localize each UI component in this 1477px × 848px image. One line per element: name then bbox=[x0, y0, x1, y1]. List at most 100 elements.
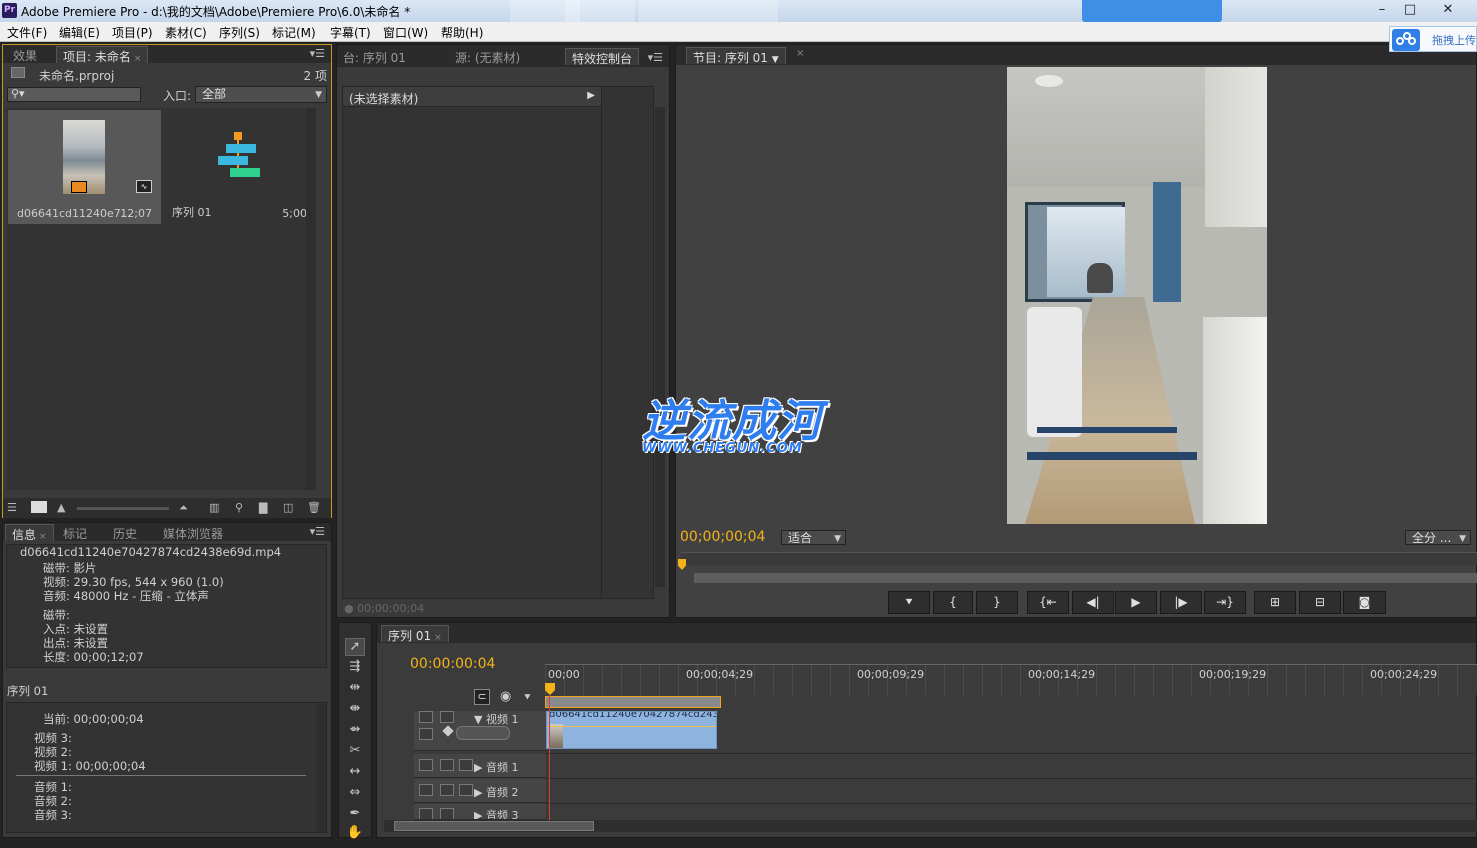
resolution-dropdown[interactable]: 全分 ... ▼ bbox=[1405, 530, 1471, 545]
minimize-button[interactable]: – bbox=[1369, 0, 1395, 20]
add-marker-button[interactable]: ⯆ bbox=[888, 591, 930, 614]
tab-markers[interactable]: 标记 bbox=[57, 524, 94, 541]
fit-dropdown[interactable]: 适合 ▼ bbox=[781, 530, 846, 545]
speaker-icon[interactable] bbox=[419, 759, 433, 771]
info-tabstrip: 信息 × 标记 历史 媒体浏览器 ▾☰ bbox=[3, 523, 331, 542]
tab-sequence[interactable]: 序列 01 × bbox=[381, 625, 449, 643]
zoom-out-icon[interactable]: ▲ bbox=[57, 501, 65, 514]
step-forward-button[interactable]: |▶ bbox=[1160, 591, 1202, 614]
automate-icon[interactable]: ▥ bbox=[209, 501, 219, 514]
project-item-sequence[interactable]: 序列 01 5;00 bbox=[163, 110, 316, 224]
menu-window[interactable]: 窗口(W) bbox=[383, 24, 428, 41]
lock-icon[interactable] bbox=[440, 784, 454, 796]
tab-media-browser[interactable]: 媒体浏览器 bbox=[157, 524, 230, 541]
eye-icon[interactable] bbox=[419, 711, 433, 723]
mark-in-button[interactable]: { bbox=[933, 591, 973, 614]
project-search-input[interactable]: ⚲▾ bbox=[7, 87, 141, 102]
program-zoom-bar[interactable] bbox=[694, 573, 1477, 583]
tab-project[interactable]: 项目: 未命名 × bbox=[56, 46, 149, 64]
slip-tool-icon[interactable]: ↔ bbox=[345, 764, 365, 782]
hand-tool-icon[interactable]: ✋ bbox=[345, 825, 365, 843]
keyframe-nav[interactable] bbox=[456, 726, 510, 740]
panel-menu-icon[interactable]: ▾☰ bbox=[310, 47, 325, 60]
razor-tool-icon[interactable]: ✂ bbox=[345, 743, 365, 761]
close-button[interactable]: ✕ bbox=[1425, 0, 1471, 20]
panel-menu-icon[interactable]: ▾☰ bbox=[310, 525, 325, 538]
maximize-button[interactable]: □ bbox=[1397, 0, 1423, 20]
tab-info[interactable]: 信息 × bbox=[5, 524, 54, 542]
extract-button[interactable]: ⊟ bbox=[1299, 591, 1341, 614]
zoom-in-icon[interactable]: ⏶ bbox=[179, 501, 188, 515]
snap-icon[interactable]: ⊂ bbox=[474, 689, 490, 705]
menu-edit[interactable]: 编辑(E) bbox=[59, 24, 100, 41]
menu-sequence[interactable]: 序列(S) bbox=[219, 24, 260, 41]
speaker-icon[interactable] bbox=[419, 784, 433, 796]
work-area-bar[interactable] bbox=[545, 696, 721, 708]
sync-lock-icon[interactable] bbox=[459, 759, 473, 771]
tab-sequence-source[interactable]: 台: 序列 01 bbox=[337, 48, 412, 65]
timeline-ruler[interactable] bbox=[545, 664, 1477, 695]
info-scrollbar[interactable] bbox=[316, 704, 326, 832]
menu-title[interactable]: 字幕(T) bbox=[330, 24, 371, 41]
lock-icon[interactable] bbox=[440, 808, 454, 819]
scrollbar-thumb[interactable] bbox=[394, 821, 594, 831]
go-to-in-button[interactable]: {⇤ bbox=[1027, 591, 1069, 614]
entry-dropdown[interactable]: 全部 ▼ bbox=[195, 86, 327, 103]
selection-tool-icon[interactable]: ➚ bbox=[345, 638, 365, 656]
play-button[interactable]: ▶ bbox=[1115, 591, 1157, 614]
play-icon[interactable]: ▶ bbox=[587, 90, 595, 101]
timeline-timecode[interactable]: 00:00:00:04 bbox=[410, 656, 495, 672]
drag-upload-button[interactable]: 拖拽上传 bbox=[1389, 26, 1477, 52]
ripple-edit-tool-icon[interactable]: ⇹ bbox=[345, 680, 365, 698]
speaker-icon[interactable] bbox=[419, 808, 433, 819]
display-style-icon[interactable] bbox=[419, 728, 433, 740]
pen-tool-icon[interactable]: ✒ bbox=[345, 806, 365, 824]
menu-help[interactable]: 帮助(H) bbox=[441, 24, 483, 41]
zoom-slider[interactable] bbox=[77, 507, 169, 510]
program-ruler[interactable] bbox=[681, 552, 1477, 565]
rolling-edit-tool-icon[interactable]: ⇼ bbox=[345, 701, 365, 719]
marker-icon[interactable]: ⯆ bbox=[523, 691, 532, 705]
menu-file[interactable]: 文件(F) bbox=[7, 24, 47, 41]
slide-tool-icon[interactable]: ⇔ bbox=[345, 785, 365, 803]
keyframe-icon[interactable] bbox=[442, 725, 454, 737]
tab-effect-controls[interactable]: 特效控制台 bbox=[565, 48, 640, 66]
export-frame-button[interactable]: ◙ bbox=[1343, 591, 1386, 614]
close-icon[interactable]: × bbox=[434, 633, 442, 643]
close-icon[interactable]: × bbox=[796, 48, 804, 59]
bin-scrollbar[interactable] bbox=[306, 108, 316, 490]
menu-project[interactable]: 项目(P) bbox=[112, 24, 153, 41]
link-icon[interactable]: ◉ bbox=[500, 689, 511, 704]
track-select-tool-icon[interactable]: ⇶ bbox=[345, 659, 365, 677]
step-back-button[interactable]: ◀| bbox=[1072, 591, 1114, 614]
go-to-out-button[interactable]: ⇥} bbox=[1204, 591, 1246, 614]
sync-lock-icon[interactable] bbox=[459, 784, 473, 796]
panel-menu-icon[interactable]: ▾☰ bbox=[648, 51, 663, 64]
close-icon[interactable]: × bbox=[39, 532, 47, 542]
tab-history[interactable]: 历史 bbox=[107, 524, 144, 541]
lock-icon[interactable] bbox=[440, 759, 454, 771]
menu-marker[interactable]: 标记(M) bbox=[272, 24, 316, 41]
new-item-icon[interactable]: ◫ bbox=[283, 501, 293, 514]
icon-view-icon[interactable] bbox=[31, 501, 47, 513]
lock-icon[interactable] bbox=[440, 711, 454, 723]
info-line: 入点: 未设置 bbox=[43, 622, 109, 636]
find-icon[interactable]: ⚲ bbox=[235, 501, 243, 514]
project-item-clip[interactable]: ∿ d06641cd11240e7... 12;07 bbox=[8, 110, 161, 224]
menu-clip[interactable]: 素材(C) bbox=[165, 24, 207, 41]
mark-out-button[interactable]: } bbox=[976, 591, 1018, 614]
trash-icon[interactable]: 🗑 bbox=[307, 501, 321, 514]
close-icon[interactable]: × bbox=[134, 54, 142, 64]
track-header-video1: ▼ 视频 1 bbox=[414, 711, 546, 751]
new-bin-icon[interactable]: ▇ bbox=[259, 501, 267, 514]
rate-stretch-tool-icon[interactable]: ⇴ bbox=[345, 722, 365, 740]
tab-source[interactable]: 源: (无素材) bbox=[449, 48, 527, 65]
program-timecode[interactable]: 00;00;00;04 bbox=[680, 529, 765, 545]
tab-program[interactable]: 节目: 序列 01 ▼ bbox=[686, 47, 786, 65]
lift-button[interactable]: ⊞ bbox=[1254, 591, 1296, 614]
timeline-scrollbar[interactable] bbox=[384, 820, 1477, 832]
list-view-icon[interactable]: ☰ bbox=[7, 501, 17, 514]
effect-scrollbar[interactable] bbox=[655, 107, 665, 587]
video-clip[interactable]: d06641cd11240e70427874cd2438e69d.mp4 bbox=[546, 711, 717, 749]
tab-effects[interactable]: 效果 bbox=[7, 46, 44, 63]
